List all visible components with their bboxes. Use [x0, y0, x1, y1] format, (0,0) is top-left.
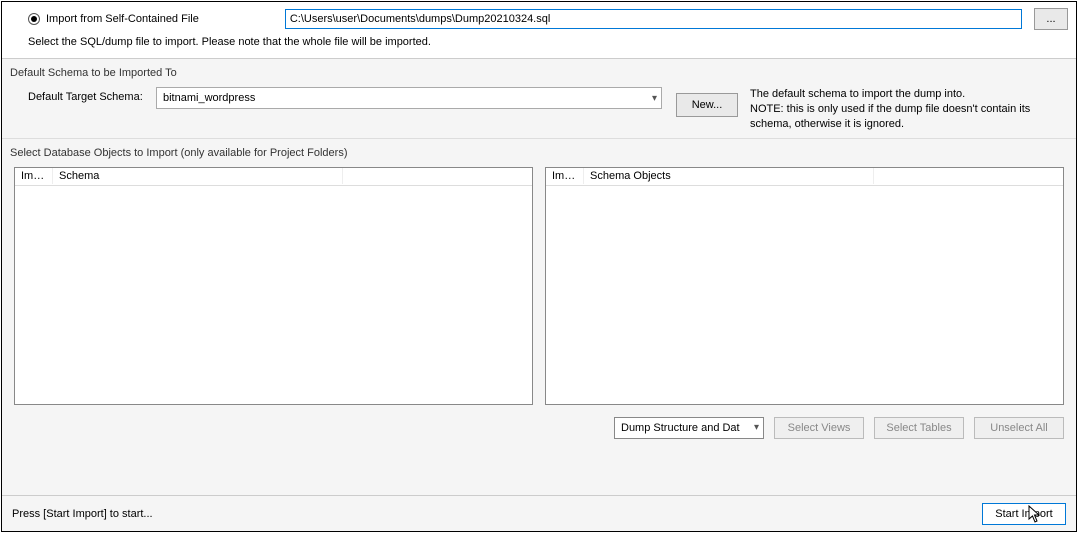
default-target-schema-select[interactable]: bitnami_wordpress ▾ — [156, 87, 662, 109]
schema-objects-table[interactable]: Imp... Schema Objects — [545, 167, 1064, 405]
col-schema-objects: Schema Objects — [584, 168, 874, 184]
col-schema: Schema — [53, 168, 343, 184]
chevron-down-icon: ▾ — [652, 93, 657, 104]
objects-section-header: Select Database Objects to Import (only … — [2, 147, 1076, 159]
new-schema-button[interactable]: New... — [676, 93, 738, 117]
chevron-down-icon: ▾ — [754, 422, 759, 433]
default-target-schema-value: bitnami_wordpress — [163, 92, 255, 104]
col-imp-right: Imp... — [546, 168, 584, 184]
start-import-button[interactable]: Start Import — [982, 503, 1066, 525]
col-spacer-left — [343, 174, 532, 178]
col-imp-left: Imp... — [15, 168, 53, 184]
unselect-all-button: Unselect All — [974, 417, 1064, 439]
select-views-button: Select Views — [774, 417, 864, 439]
dump-content-select[interactable]: Dump Structure and Dat ▾ — [614, 417, 764, 439]
import-self-contained-label: Import from Self-Contained File — [46, 13, 199, 25]
import-hint-text: Select the SQL/dump file to import. Plea… — [10, 36, 1068, 48]
dump-content-value: Dump Structure and Dat — [621, 422, 740, 434]
file-path-input[interactable] — [285, 9, 1022, 29]
schema-list-table[interactable]: Imp... Schema — [14, 167, 533, 405]
default-target-schema-label: Default Target Schema: — [28, 87, 148, 103]
status-text: Press [Start Import] to start... — [12, 508, 153, 520]
schema-section-header: Default Schema to be Imported To — [10, 67, 1068, 79]
col-spacer-right — [874, 174, 1063, 178]
schema-note-line2: NOTE: this is only used if the dump file… — [750, 102, 1068, 132]
browse-file-button[interactable]: ... — [1034, 8, 1068, 30]
select-tables-button: Select Tables — [874, 417, 964, 439]
import-self-contained-radio[interactable] — [28, 13, 40, 25]
schema-note-line1: The default schema to import the dump in… — [750, 87, 1068, 102]
